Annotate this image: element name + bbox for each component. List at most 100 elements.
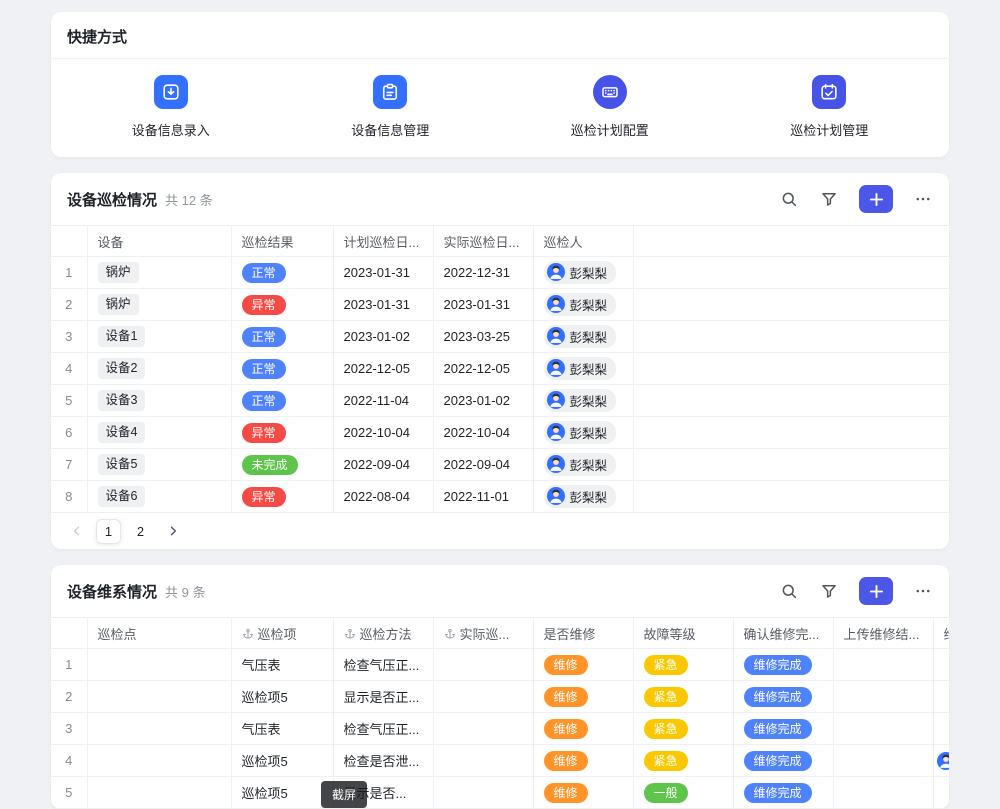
planned-date-cell[interactable]: 2022-11-04 (333, 385, 433, 417)
actual-date-cell[interactable]: 2022-12-05 (433, 353, 533, 385)
actual-date-cell[interactable]: 2022-12-31 (433, 257, 533, 289)
level-cell[interactable]: 紧急 (633, 745, 733, 777)
actual-date-cell[interactable]: 2023-01-02 (433, 385, 533, 417)
repair-cell[interactable]: 维修 (533, 649, 633, 681)
shortcut-item[interactable]: 设备信息管理 (281, 75, 501, 139)
item-cell[interactable]: 气压表 (231, 713, 333, 745)
upload-cell[interactable] (833, 681, 933, 713)
column-header[interactable]: 设备 (87, 226, 231, 257)
result-cell[interactable]: 正常 (231, 353, 333, 385)
point-cell[interactable] (87, 649, 231, 681)
column-header[interactable]: 巡检项 (231, 618, 333, 649)
upload-cell[interactable] (833, 713, 933, 745)
next-page-button[interactable] (160, 519, 185, 544)
device-cell[interactable]: 锅炉 (87, 289, 231, 321)
column-header[interactable]: 确认维修完... (733, 618, 833, 649)
planned-date-cell[interactable]: 2022-12-05 (333, 353, 433, 385)
device-cell[interactable]: 锅炉 (87, 257, 231, 289)
column-header[interactable]: 巡检结果 (231, 226, 333, 257)
point-cell[interactable] (87, 745, 231, 777)
item-cell[interactable]: 气压表 (231, 649, 333, 681)
actual-date-cell[interactable]: 2022-10-04 (433, 417, 533, 449)
inspector-cell[interactable]: 彭梨梨 (533, 289, 633, 321)
column-header[interactable]: 实际巡检日... (433, 226, 533, 257)
device-cell[interactable]: 设备4 (87, 417, 231, 449)
item-cell[interactable]: 巡检项5 (231, 681, 333, 713)
inspector-cell[interactable]: 彭梨梨 (533, 321, 633, 353)
column-header[interactable]: 实际巡... (433, 618, 533, 649)
shortcut-item[interactable]: 巡检计划管理 (720, 75, 940, 139)
column-header[interactable]: 计划巡检日... (333, 226, 433, 257)
actual-date-cell[interactable]: 2022-11-01 (433, 481, 533, 513)
confirm-cell[interactable]: 维修完成 (733, 745, 833, 777)
upload-cell[interactable] (833, 649, 933, 681)
planned-date-cell[interactable]: 2022-10-04 (333, 417, 433, 449)
page-button-1[interactable]: 1 (96, 519, 121, 544)
device-cell[interactable]: 设备5 (87, 449, 231, 481)
inspector-cell[interactable]: 彭梨梨 (533, 449, 633, 481)
level-cell[interactable]: 紧急 (633, 681, 733, 713)
actual-cell[interactable] (433, 649, 533, 681)
column-header[interactable]: 巡检点 (87, 618, 231, 649)
column-header[interactable]: 维... (933, 618, 949, 649)
inspector-cell[interactable]: 彭梨梨 (533, 385, 633, 417)
column-header[interactable]: 巡检人 (533, 226, 633, 257)
level-cell[interactable]: 紧急 (633, 649, 733, 681)
add-record-button[interactable] (859, 185, 893, 213)
column-header[interactable]: 故障等级 (633, 618, 733, 649)
planned-date-cell[interactable]: 2022-08-04 (333, 481, 433, 513)
actual-cell[interactable] (433, 681, 533, 713)
item-cell[interactable]: 巡检项5 (231, 745, 333, 777)
extra-cell[interactable] (933, 745, 949, 777)
shortcut-item[interactable]: 设备信息录入 (61, 75, 281, 139)
prev-page-button[interactable] (64, 519, 89, 544)
planned-date-cell[interactable]: 2023-01-02 (333, 321, 433, 353)
planned-date-cell[interactable]: 2023-01-31 (333, 289, 433, 321)
result-cell[interactable]: 异常 (231, 417, 333, 449)
device-cell[interactable]: 设备2 (87, 353, 231, 385)
upload-cell[interactable] (833, 745, 933, 777)
repair-cell[interactable]: 维修 (533, 777, 633, 809)
repair-cell[interactable]: 维修 (533, 745, 633, 777)
column-header[interactable] (51, 226, 87, 257)
item-cell[interactable]: 巡检项5 (231, 777, 333, 809)
more-icon[interactable] (913, 189, 933, 209)
level-cell[interactable]: 紧急 (633, 713, 733, 745)
confirm-cell[interactable]: 维修完成 (733, 649, 833, 681)
filter-icon[interactable] (819, 189, 839, 209)
planned-date-cell[interactable]: 2022-09-04 (333, 449, 433, 481)
add-record-button[interactable] (859, 577, 893, 605)
search-icon[interactable] (779, 189, 799, 209)
planned-date-cell[interactable]: 2023-01-31 (333, 257, 433, 289)
inspector-cell[interactable]: 彭梨梨 (533, 257, 633, 289)
extra-cell[interactable] (933, 713, 949, 745)
upload-cell[interactable] (833, 777, 933, 809)
extra-cell[interactable] (933, 681, 949, 713)
search-icon[interactable] (779, 581, 799, 601)
device-cell[interactable]: 设备3 (87, 385, 231, 417)
result-cell[interactable]: 异常 (231, 289, 333, 321)
actual-cell[interactable] (433, 713, 533, 745)
method-cell[interactable]: 检查是否泄... (333, 745, 433, 777)
confirm-cell[interactable]: 维修完成 (733, 713, 833, 745)
actual-cell[interactable] (433, 745, 533, 777)
device-cell[interactable]: 设备1 (87, 321, 231, 353)
level-cell[interactable]: 一般 (633, 777, 733, 809)
inspector-cell[interactable]: 彭梨梨 (533, 481, 633, 513)
repair-cell[interactable]: 维修 (533, 681, 633, 713)
confirm-cell[interactable]: 维修完成 (733, 681, 833, 713)
actual-date-cell[interactable]: 2022-09-04 (433, 449, 533, 481)
device-cell[interactable]: 设备6 (87, 481, 231, 513)
column-header[interactable]: 巡检方法 (333, 618, 433, 649)
extra-cell[interactable] (933, 777, 949, 809)
column-header[interactable]: 是否维修 (533, 618, 633, 649)
shortcut-item[interactable]: 巡检计划配置 (500, 75, 720, 139)
result-cell[interactable]: 未完成 (231, 449, 333, 481)
result-cell[interactable]: 异常 (231, 481, 333, 513)
point-cell[interactable] (87, 713, 231, 745)
actual-date-cell[interactable]: 2023-03-25 (433, 321, 533, 353)
actual-cell[interactable] (433, 777, 533, 809)
more-icon[interactable] (913, 581, 933, 601)
method-cell[interactable]: 显示是否正... (333, 681, 433, 713)
actual-date-cell[interactable]: 2023-01-31 (433, 289, 533, 321)
